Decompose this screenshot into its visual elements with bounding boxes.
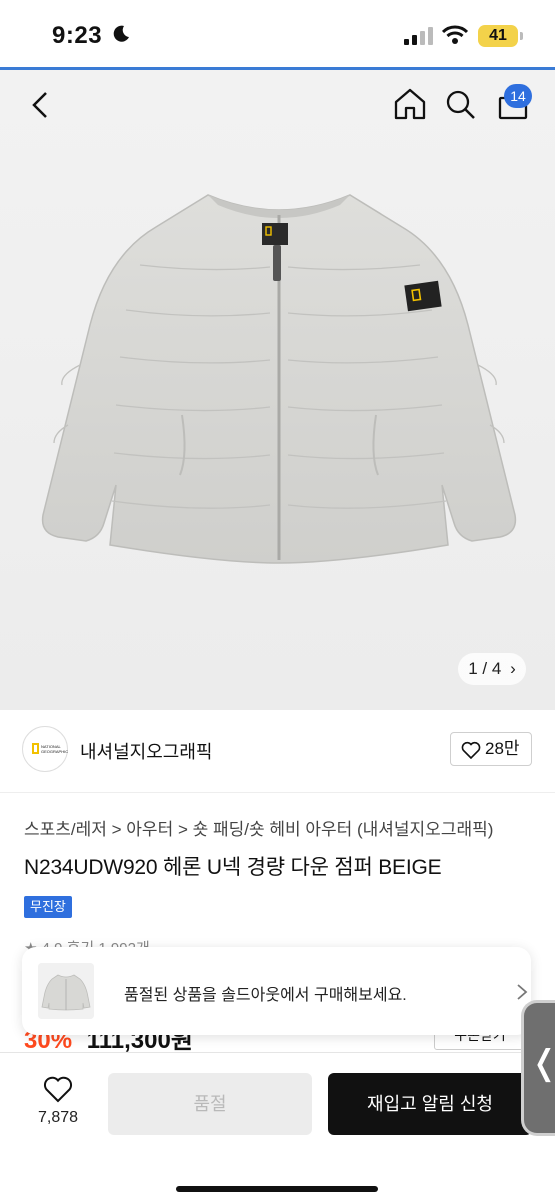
brand-row[interactable]: NATIONAL GEOGRAPHIC 내셔널지오그래픽 28만 xyxy=(0,712,555,792)
brand-logo-text: NATIONAL GEOGRAPHIC xyxy=(41,744,69,754)
brand-like-count: 28만 xyxy=(485,739,520,758)
side-panel-handle[interactable]: ❬ xyxy=(521,1000,555,1136)
product-tag: 무진장 xyxy=(24,896,72,918)
status-time: 9:23 xyxy=(52,22,103,49)
home-icon[interactable] xyxy=(392,86,428,122)
category-breadcrumb[interactable]: 스포츠/레저 > 아우터 > 숏 패딩/숏 헤비 아우터 (내셔널지오그래픽) xyxy=(24,815,493,840)
pager-text: 1 / 4 xyxy=(468,659,502,678)
product-image xyxy=(41,194,517,564)
moon-icon xyxy=(113,25,129,42)
chevron-right-icon[interactable] xyxy=(516,983,528,1001)
cart-count-badge: 14 xyxy=(504,84,532,108)
chevron-right-icon: › xyxy=(510,659,516,678)
toast-message: 품절된 상품을 솔드아웃에서 구매해보세요. xyxy=(124,987,407,1004)
brand-like-button[interactable]: 28만 xyxy=(450,732,532,766)
wish-count: 7,878 xyxy=(37,1109,79,1126)
signal-icon xyxy=(404,27,433,45)
brand-logo[interactable]: NATIONAL GEOGRAPHIC xyxy=(22,726,68,772)
restock-alert-button[interactable]: 재입고 알림 신청 xyxy=(328,1073,532,1135)
home-indicator xyxy=(176,1186,378,1192)
divider xyxy=(0,792,555,793)
wish-button[interactable] xyxy=(30,1075,86,1108)
soldout-button[interactable]: 품절 xyxy=(108,1073,312,1135)
battery-indicator: 41 xyxy=(478,25,523,47)
image-pager[interactable]: 1 / 4 › xyxy=(458,653,526,685)
toast-thumbnail xyxy=(38,963,94,1019)
chevron-left-icon: ❬ xyxy=(530,1043,555,1083)
wifi-icon xyxy=(442,25,468,44)
heart-icon xyxy=(43,1076,73,1103)
search-icon[interactable] xyxy=(444,88,478,122)
back-arrow-icon[interactable] xyxy=(26,90,56,120)
status-bar: 9:23 41 xyxy=(0,0,555,68)
brand-logo-mark xyxy=(32,743,39,754)
product-title: N234UDW920 헤론 U넥 경량 다운 점퍼 BEIGE xyxy=(24,856,442,879)
heart-icon xyxy=(461,741,481,759)
bottom-action-bar: 7,878 품절 재입고 알림 신청 xyxy=(0,1052,555,1200)
brand-name[interactable]: 내셔널지오그래픽 xyxy=(80,738,212,764)
soldout-toast[interactable]: 품절된 상품을 솔드아웃에서 구매해보세요. xyxy=(22,947,531,1035)
